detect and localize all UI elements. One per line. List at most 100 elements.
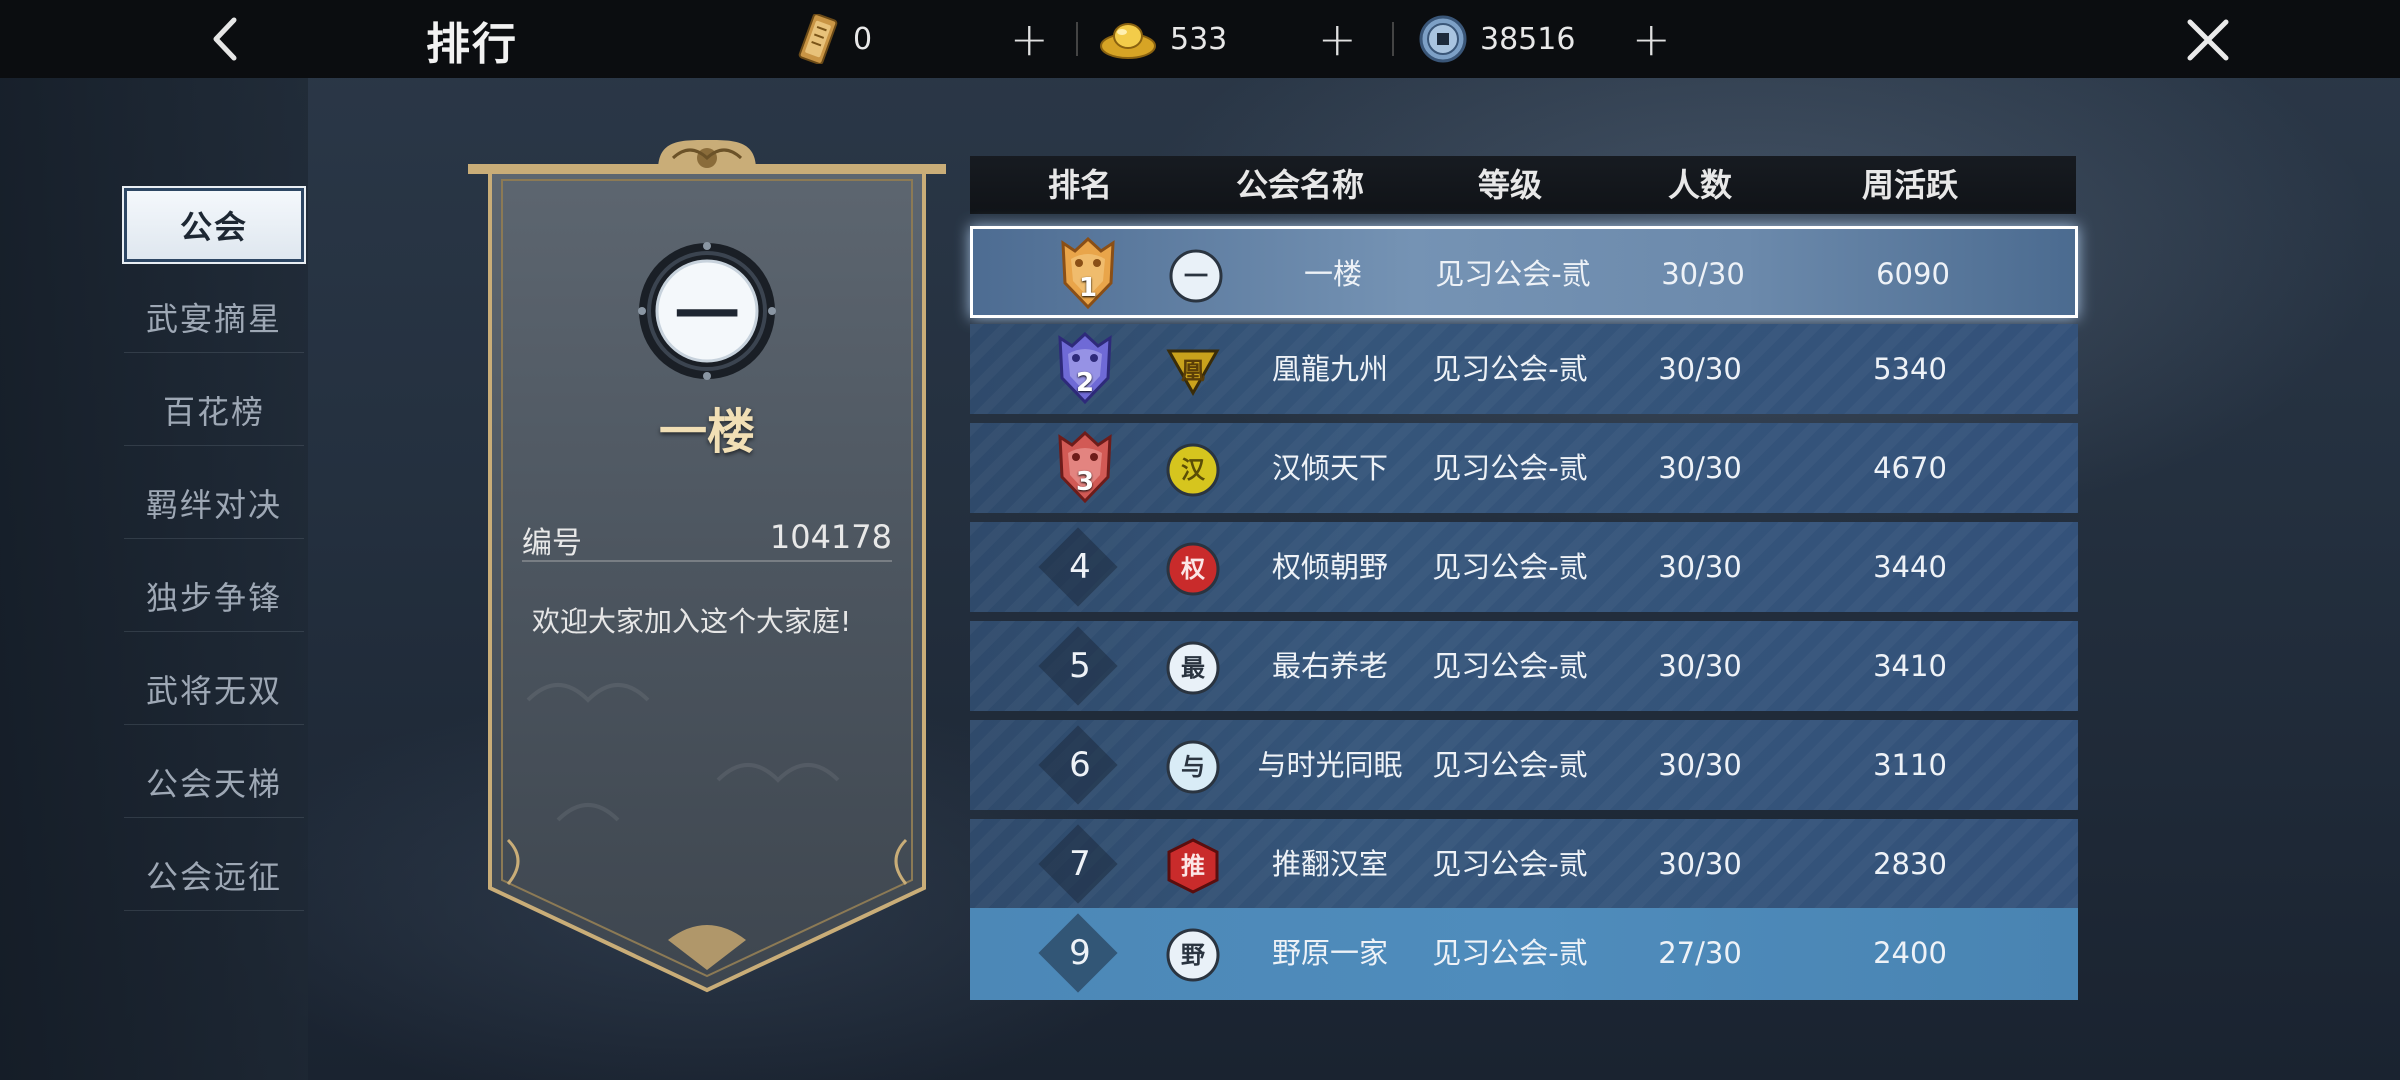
back-button[interactable] bbox=[200, 10, 250, 68]
rank-number: 9 bbox=[1069, 933, 1091, 973]
guild-badge-character: 凰 bbox=[1181, 356, 1205, 385]
table-header: 排名 公会名称 等级 人数 周活跃 bbox=[970, 156, 2076, 214]
guild-badge-character: 汉 bbox=[1181, 455, 1205, 484]
coin-count: 38516 bbox=[1480, 21, 1576, 57]
guild-badge-character: 一 bbox=[1184, 261, 1208, 290]
emblem-character: 一 bbox=[675, 279, 739, 354]
own-guild-row[interactable]: 9 野 野原一家 见习公会-贰 27/30 2400 bbox=[970, 908, 2078, 1000]
guild-level-cell: 见习公会-贰 bbox=[1432, 748, 1588, 782]
guild-name-cell: 权倾朝野 bbox=[1271, 550, 1388, 584]
gold-ingot-icon bbox=[1100, 23, 1156, 59]
sidebar-item-label: 独步争锋 bbox=[145, 578, 282, 617]
guild-level-cell: 见习公会-贰 bbox=[1432, 550, 1588, 584]
table-row[interactable]: 5 最 最右养老 见习公会-贰 30/30 3410 bbox=[970, 621, 2078, 711]
guild-members-cell: 30/30 bbox=[1658, 649, 1742, 683]
guild-badge-character: 推 bbox=[1181, 851, 1205, 880]
sidebar-item-wuyan[interactable]: 武宴摘星 bbox=[124, 281, 304, 353]
sidebar-item-yuanzheng[interactable]: 公会远征 bbox=[124, 839, 304, 911]
guild-badge-character: 最 bbox=[1181, 653, 1205, 682]
table-row[interactable]: 2 凰 凰龍九州 见习公会-贰 30/30 5340 bbox=[970, 324, 2078, 414]
guild-name-cell: 汉倾天下 bbox=[1271, 451, 1388, 485]
guild-name-cell: 最右养老 bbox=[1271, 649, 1388, 683]
guild-weekly-activity-cell: 2400 bbox=[1873, 936, 1947, 970]
guild-badge-character: 野 bbox=[1181, 940, 1205, 969]
sidebar-item-label: 武宴摘星 bbox=[145, 299, 282, 338]
guild-id-value: 104178 bbox=[769, 518, 892, 556]
guild-badge-character: 权 bbox=[1181, 554, 1205, 583]
header-weekly-activity: 周活跃 bbox=[1861, 166, 1958, 204]
guild-level-cell: 见习公会-贰 bbox=[1435, 257, 1591, 291]
sidebar-item-guild[interactable]: 公会 bbox=[124, 188, 304, 262]
header-rank: 排名 bbox=[1047, 166, 1112, 204]
guild-members-cell: 30/30 bbox=[1658, 748, 1742, 782]
sidebar-item-label: 公会远征 bbox=[145, 857, 282, 896]
close-button[interactable] bbox=[2180, 14, 2236, 66]
sidebar-item-baihua[interactable]: 百花榜 bbox=[124, 374, 304, 446]
rank-number: 4 bbox=[1069, 547, 1091, 587]
guild-detail-banner: 一 一楼 编号 104178 欢迎大家加入这个大家庭! bbox=[468, 140, 946, 1000]
rank-number: 7 bbox=[1069, 844, 1091, 884]
header-guild-name: 公会名称 bbox=[1235, 166, 1364, 204]
resource-coin: 38516 + bbox=[1418, 14, 1671, 64]
close-icon bbox=[2187, 19, 2229, 61]
sidebar-item-label: 百花榜 bbox=[162, 392, 265, 431]
guild-level-cell: 见习公会-贰 bbox=[1432, 451, 1588, 485]
sidebar-item-label: 羁绊对决 bbox=[145, 485, 282, 524]
add-token-button[interactable]: + bbox=[1010, 14, 1049, 64]
guild-weekly-activity-cell: 2830 bbox=[1873, 847, 1947, 881]
sidebar-item-jiban[interactable]: 羁绊对决 bbox=[124, 467, 304, 539]
guild-name-cell: 推翻汉室 bbox=[1271, 847, 1388, 881]
guild-members-cell: 30/30 bbox=[1661, 257, 1745, 291]
resource-token: 0 + bbox=[795, 14, 1049, 64]
resource-gold: 533 + bbox=[1098, 14, 1357, 64]
sidebar-item-label: 武将无双 bbox=[145, 671, 282, 710]
token-card-icon bbox=[798, 14, 838, 64]
page-title: 排行 bbox=[426, 19, 518, 70]
gold-count: 533 bbox=[1170, 21, 1228, 57]
divider bbox=[1076, 22, 1078, 56]
guild-name-cell: 凰龍九州 bbox=[1271, 352, 1388, 386]
add-gold-button[interactable]: + bbox=[1318, 14, 1357, 64]
guild-members-cell: 30/30 bbox=[1658, 847, 1742, 881]
top-bar: 排行 0 + 533 + 38516 + bbox=[0, 0, 2400, 78]
guild-weekly-activity-cell: 3110 bbox=[1873, 748, 1947, 782]
guild-id-label: 编号 bbox=[522, 526, 582, 561]
chevron-left-icon bbox=[213, 17, 237, 61]
guild-id-row: 编号 104178 bbox=[522, 512, 892, 562]
sidebar-item-label: 公会天梯 bbox=[145, 764, 282, 803]
table-row[interactable]: 1 一 一楼 见习公会-贰 30/30 6090 bbox=[970, 226, 2078, 318]
rank-number: 2 bbox=[1075, 368, 1095, 398]
token-count: 0 bbox=[853, 21, 873, 57]
guild-weekly-activity-cell: 6090 bbox=[1876, 257, 1950, 291]
guild-name-cell: 一楼 bbox=[1303, 257, 1362, 291]
rank-number: 1 bbox=[1078, 273, 1098, 303]
sidebar-item-label: 公会 bbox=[179, 208, 248, 246]
guild-level-cell: 见习公会-贰 bbox=[1432, 649, 1588, 683]
guild-weekly-activity-cell: 3410 bbox=[1873, 649, 1947, 683]
rank-number: 6 bbox=[1069, 745, 1091, 785]
header-level: 等级 bbox=[1477, 166, 1542, 204]
sidebar-item-tianti[interactable]: 公会天梯 bbox=[124, 746, 304, 818]
sidebar-item-dubu[interactable]: 独步争锋 bbox=[124, 560, 304, 632]
rank-number: 3 bbox=[1075, 467, 1095, 497]
guild-level-cell: 见习公会-贰 bbox=[1432, 936, 1588, 970]
add-coin-button[interactable]: + bbox=[1632, 14, 1671, 64]
guild-weekly-activity-cell: 4670 bbox=[1873, 451, 1947, 485]
guild-emblem: 一 bbox=[636, 240, 778, 382]
guild-name: 一楼 bbox=[658, 404, 755, 460]
coin-icon bbox=[1419, 15, 1467, 63]
guild-level-cell: 见习公会-贰 bbox=[1432, 352, 1588, 386]
table-row[interactable]: 4 权 权倾朝野 见习公会-贰 30/30 3440 bbox=[970, 522, 2078, 612]
table-row[interactable]: 3 汉 汉倾天下 见习公会-贰 30/30 4670 bbox=[970, 423, 2078, 513]
sidebar-item-wujiang[interactable]: 武将无双 bbox=[124, 653, 304, 725]
guild-members-cell: 27/30 bbox=[1658, 936, 1742, 970]
table-row[interactable]: 7 推 推翻汉室 见习公会-贰 30/30 2830 bbox=[970, 819, 2078, 909]
guild-badge-character: 与 bbox=[1181, 752, 1205, 781]
rank-number: 5 bbox=[1069, 646, 1091, 686]
guild-motto: 欢迎大家加入这个大家庭! bbox=[532, 605, 852, 638]
guild-level-cell: 见习公会-贰 bbox=[1432, 847, 1588, 881]
guild-weekly-activity-cell: 3440 bbox=[1873, 550, 1947, 584]
header-members: 人数 bbox=[1667, 166, 1732, 204]
guild-members-cell: 30/30 bbox=[1658, 352, 1742, 386]
table-row[interactable]: 6 与 与时光同眠 见习公会-贰 30/30 3110 bbox=[970, 720, 2078, 810]
